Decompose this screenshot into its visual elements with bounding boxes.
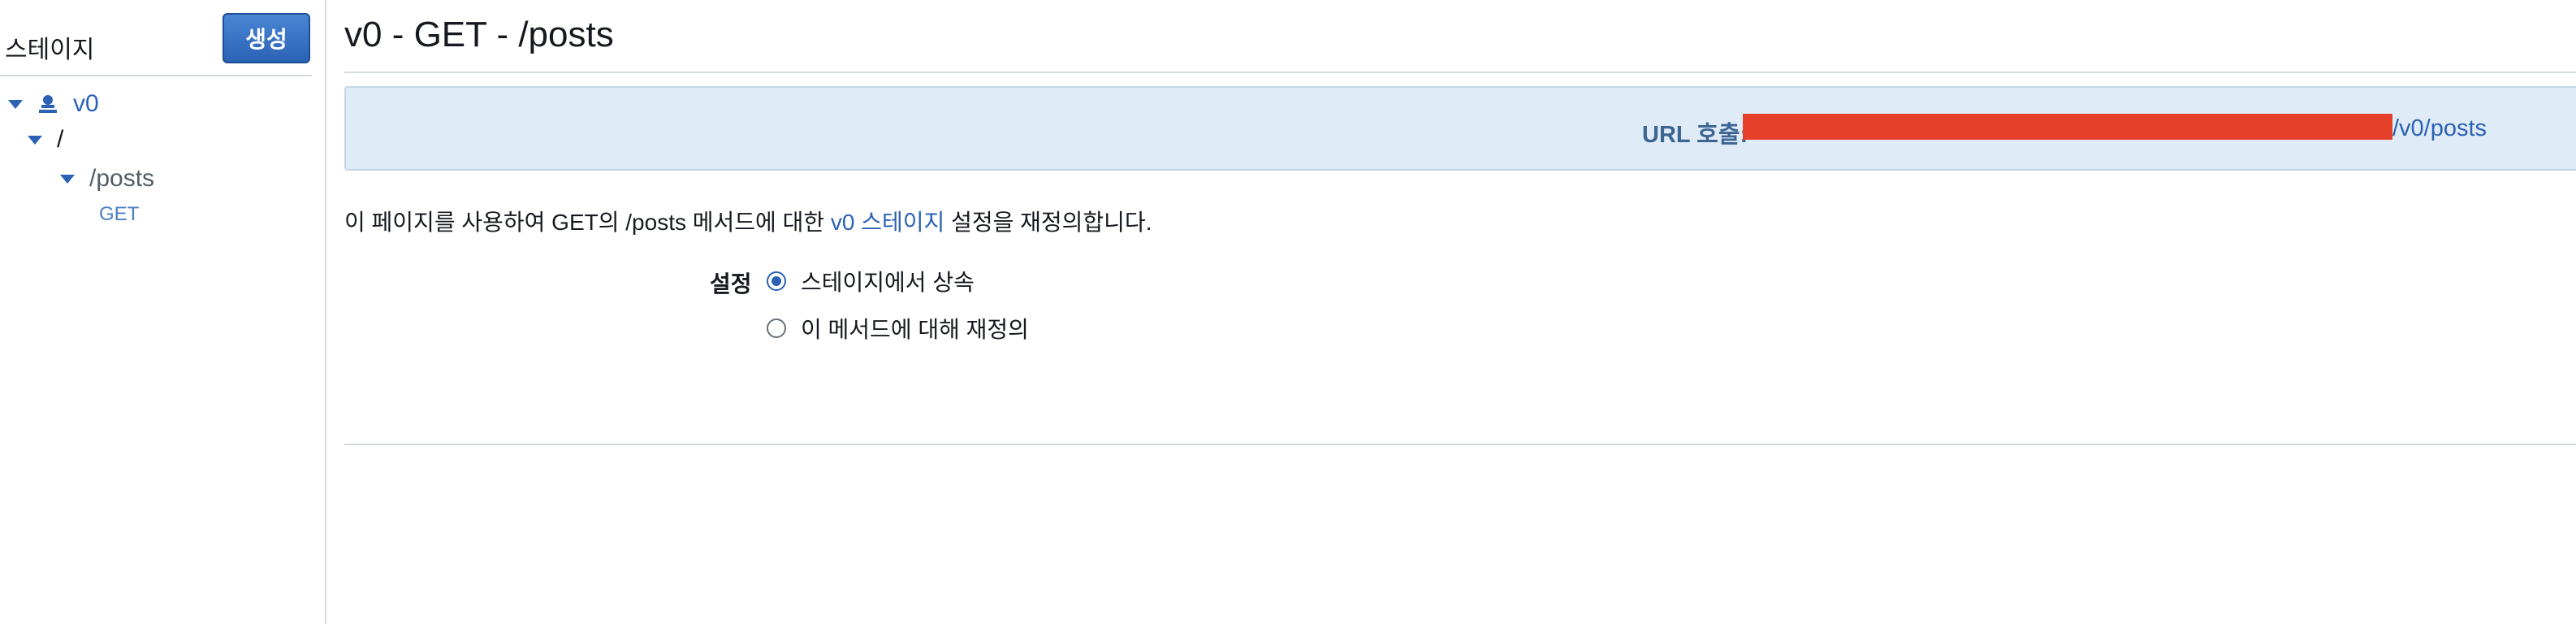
option-label[interactable]: 스테이지에서 상속 [801, 265, 975, 297]
inherit-from-stage-option[interactable]: 스테이지에서 상속 [767, 265, 975, 297]
tree-node-root-resource[interactable]: / [28, 124, 63, 156]
sidebar-header: 스테이지 생성 [0, 0, 312, 76]
tree-node-label[interactable]: GET [99, 203, 139, 226]
page-title: v0 - GET - /posts [344, 15, 614, 54]
tree-node-get-method[interactable]: GET [99, 198, 139, 231]
chevron-down-icon[interactable] [60, 174, 75, 184]
page-description: 이 페이지를 사용하여 GET의 /posts 메서드에 대한 v0 스테이지 … [344, 205, 1152, 237]
tree-node-label: /posts [89, 165, 155, 192]
stage-icon [39, 95, 57, 113]
tree-node-label: v0 [73, 90, 99, 117]
divider [344, 444, 2576, 445]
invoke-url-link[interactable]: /v0/posts [2392, 115, 2487, 142]
chevron-down-icon[interactable] [8, 99, 23, 109]
description-text: 설정을 재정의합니다. [944, 210, 1152, 235]
tree-node-posts-resource[interactable]: /posts [60, 162, 154, 195]
radio-button[interactable] [767, 318, 786, 338]
description-text: 이 페이지를 사용하여 GET의 /posts 메서드에 대한 [344, 210, 831, 235]
stage-link[interactable]: v0 스테이지 [831, 210, 944, 235]
sidebar-title: 스테이지 [5, 37, 95, 63]
tree-node-stage-v0[interactable]: v0 [8, 88, 99, 120]
redacted-url [1743, 114, 2392, 140]
settings-label: 설정 [710, 271, 752, 297]
invoke-url-banner: URL 호출: /v0/posts [344, 86, 2576, 171]
radio-button-selected[interactable] [767, 271, 786, 291]
chevron-down-icon[interactable] [28, 135, 42, 145]
tree-node-label: / [57, 126, 64, 153]
create-button[interactable]: 생성 [223, 13, 310, 63]
option-label[interactable]: 이 메서드에 대해 재정의 [801, 312, 1029, 344]
stages-sidebar: 스테이지 생성 v0 / /posts GET [0, 0, 326, 624]
invoke-url-label: URL 호출: [1642, 122, 1748, 148]
override-method-option[interactable]: 이 메서드에 대해 재정의 [767, 312, 1029, 344]
divider [344, 72, 2576, 73]
